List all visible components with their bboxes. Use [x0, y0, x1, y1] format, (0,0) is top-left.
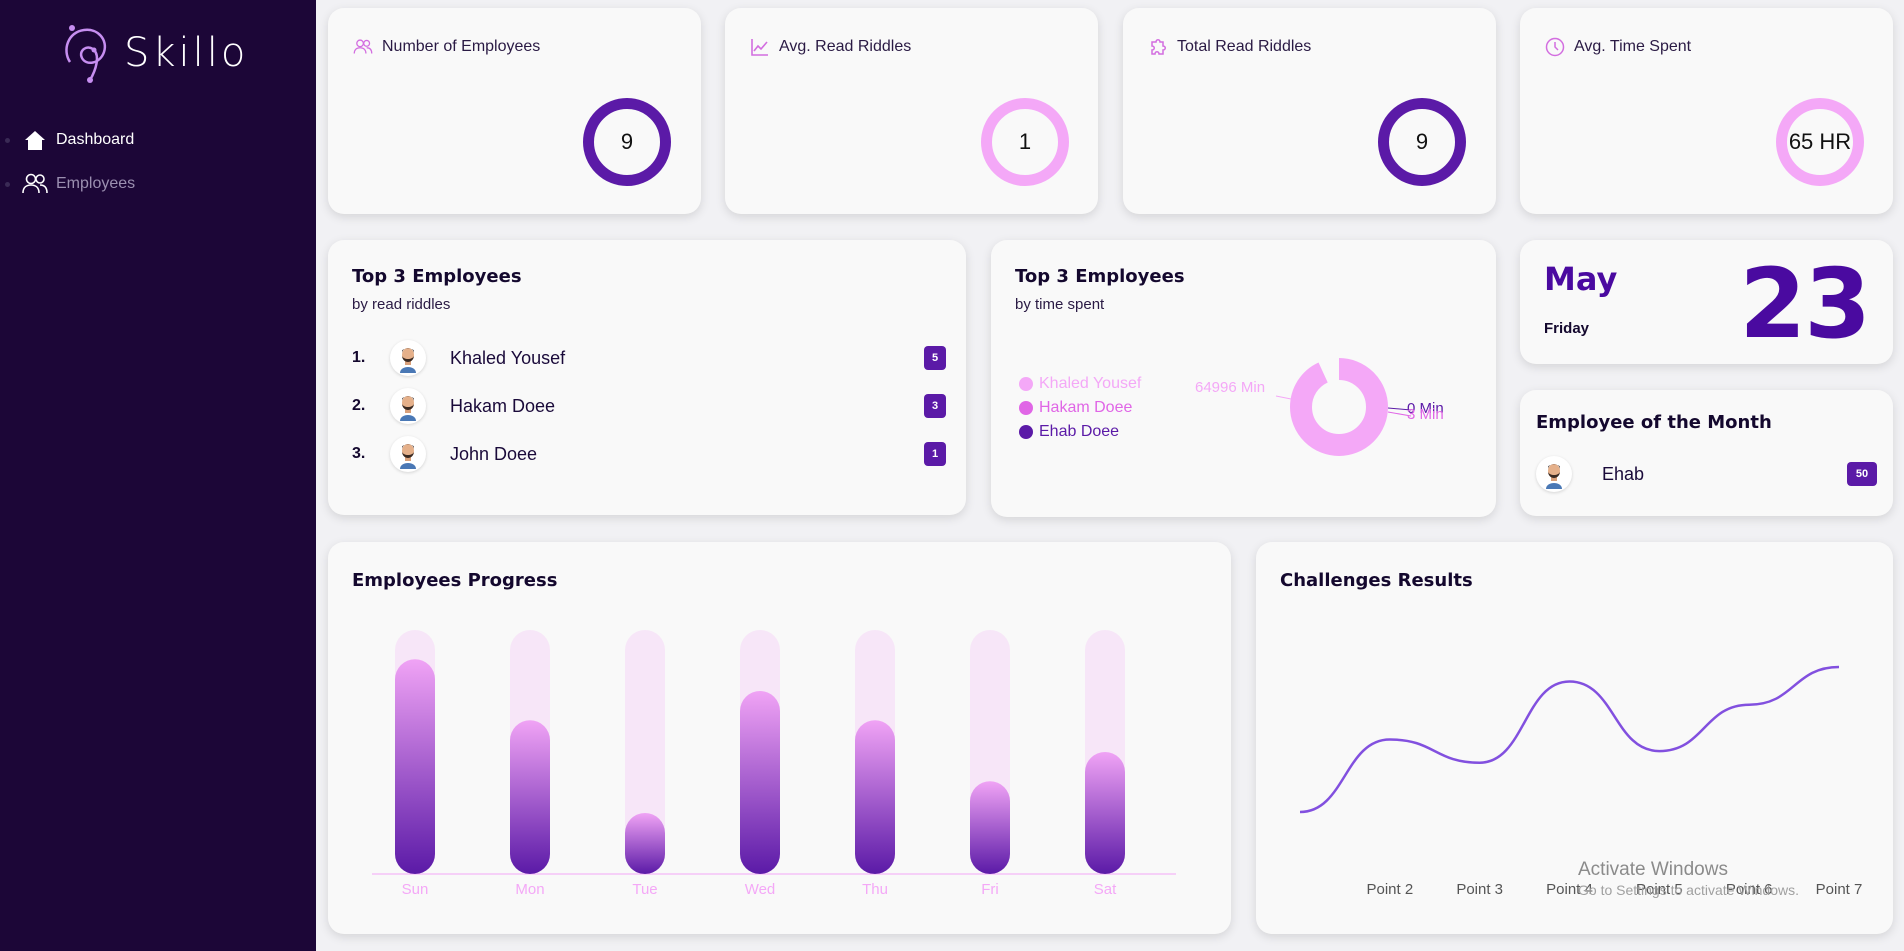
- stat-ring: 1: [981, 98, 1069, 186]
- x-tick-label: Sun: [402, 881, 429, 898]
- results-line[interactable]: [1299, 665, 1840, 814]
- card-subtitle: by read riddles: [352, 296, 451, 313]
- bar-sat[interactable]: [1085, 752, 1125, 874]
- donut-leader-big: [1275, 395, 1292, 400]
- x-tick-label: Wed: [745, 881, 776, 898]
- employee-row[interactable]: 3. John Doee 1: [352, 434, 946, 474]
- stat-card-avg-read-riddles: Avg. Read Riddles 1: [725, 8, 1098, 214]
- progress-bar-chart: Sun Mon Tue Wed Thu Fri Sat: [372, 630, 1176, 898]
- activation-watermark-sub: Go to Settings to activate Windows.: [1578, 882, 1799, 898]
- employee-row[interactable]: 2. Hakam Doee 3: [352, 386, 946, 426]
- stat-ring: 65 HR: [1776, 98, 1864, 186]
- donut-label-three: 3 Min: [1407, 406, 1444, 423]
- avatar: [390, 340, 426, 376]
- users-icon: [22, 172, 48, 196]
- stat-title: Number of Employees: [382, 38, 541, 55]
- employee-row[interactable]: 1. Khaled Yousef 5: [352, 338, 946, 378]
- stat-value: 9: [1415, 129, 1429, 154]
- x-tick-label: Fri: [981, 881, 999, 898]
- sidebar-item-dashboard[interactable]: Dashboard: [0, 118, 316, 162]
- employee-name: Ehab: [1602, 463, 1645, 484]
- donut-label-big: 64996 Min: [1195, 379, 1265, 396]
- employees-progress-card: Employees Progress Sun Mon Tue Wed Thu Fri Sat: [328, 542, 1231, 934]
- time-donut-chart: 64996 Min 0 Min 3 Min: [1195, 358, 1444, 456]
- users-icon: [352, 36, 374, 58]
- stat-value: 9: [620, 129, 634, 154]
- date-month: May: [1544, 260, 1618, 298]
- line-chart-icon: [749, 36, 771, 58]
- date-card: May Friday 23: [1520, 240, 1893, 364]
- bar-sun[interactable]: [395, 659, 435, 874]
- donut-slice-khaled[interactable]: [1290, 358, 1388, 456]
- score-badge: 50: [1847, 462, 1877, 486]
- avatar: [1536, 456, 1572, 492]
- x-tick-label: Sat: [1094, 881, 1117, 898]
- stat-value: 1: [1018, 129, 1032, 154]
- logo-icon: [65, 25, 107, 83]
- bar-thu[interactable]: [855, 720, 895, 874]
- stat-card-employees: Number of Employees 9: [328, 8, 701, 214]
- x-tick-label: Point 2: [1366, 881, 1413, 898]
- home-icon: [22, 128, 48, 152]
- stat-ring: 9: [1378, 98, 1466, 186]
- sidebar-item-label: Dashboard: [56, 131, 135, 148]
- puzzle-icon: [1147, 36, 1169, 58]
- avatar: [390, 436, 426, 472]
- employee-of-month-card: Employee of the Month Ehab 50: [1520, 390, 1893, 516]
- employee-name: Hakam Doee: [450, 395, 556, 416]
- nav-bullet: [5, 181, 10, 187]
- results-line-chart: Point 2 Point 3 Point 4 Point 5 Point 6 Point…: [1299, 665, 1863, 898]
- x-tick-label: Thu: [862, 881, 888, 898]
- sidebar: Skillo Dashboard Employees: [0, 0, 316, 951]
- activation-watermark: Activate Windows: [1578, 859, 1728, 880]
- stat-title: Avg. Read Riddles: [779, 38, 912, 55]
- employee-row[interactable]: Ehab 50: [1536, 454, 1877, 494]
- x-tick-label: Point 7: [1816, 881, 1863, 898]
- employee-name: John Doee: [450, 443, 538, 464]
- bar-mon[interactable]: [510, 720, 550, 874]
- stat-value: 65 HR: [1788, 129, 1852, 154]
- app-logo[interactable]: Skillo: [56, 22, 248, 84]
- card-title: Employee of the Month: [1536, 412, 1772, 433]
- rank: 3.: [352, 445, 366, 462]
- bar-fri[interactable]: [970, 781, 1010, 874]
- sidebar-item-employees[interactable]: Employees: [0, 162, 316, 206]
- date-weekday: Friday: [1544, 320, 1590, 337]
- stat-title: Avg. Time Spent: [1574, 38, 1692, 55]
- card-title: Top 3 Employees: [352, 266, 522, 287]
- stat-title: Total Read Riddles: [1177, 38, 1312, 55]
- x-tick-label: Tue: [632, 881, 657, 898]
- rank: 1.: [352, 349, 366, 366]
- bar-wed[interactable]: [740, 691, 780, 874]
- employee-name: Khaled Yousef: [450, 347, 566, 368]
- sidebar-nav: Dashboard Employees: [0, 118, 316, 206]
- sidebar-item-label: Employees: [56, 175, 136, 192]
- stat-card-total-read-riddles: Total Read Riddles 9: [1123, 8, 1496, 214]
- date-day-number: 23: [1739, 248, 1871, 360]
- x-tick-label: Point 3: [1456, 881, 1503, 898]
- nav-bullet: [5, 137, 10, 143]
- stat-card-avg-time-spent: Avg. Time Spent 65 HR: [1520, 8, 1893, 214]
- count-badge: 5: [924, 346, 946, 370]
- x-tick-label: Mon: [515, 881, 544, 898]
- clock-icon: [1544, 36, 1566, 58]
- bar-tue[interactable]: [625, 813, 665, 874]
- count-badge: 3: [924, 394, 946, 418]
- count-badge: 1: [924, 442, 946, 466]
- top-employees-time-card: Top 3 Employees by time spent Khaled You…: [991, 240, 1496, 517]
- app-name: Skillo: [124, 30, 249, 76]
- avatar: [390, 388, 426, 424]
- challenges-results-card: Challenges Results Point 2 Point 3 Point 4…: [1256, 542, 1893, 934]
- top-employees-riddles-card: Top 3 Employees by read riddles 1. Khale…: [328, 240, 966, 515]
- stat-ring: 9: [583, 98, 671, 186]
- rank: 2.: [352, 397, 366, 414]
